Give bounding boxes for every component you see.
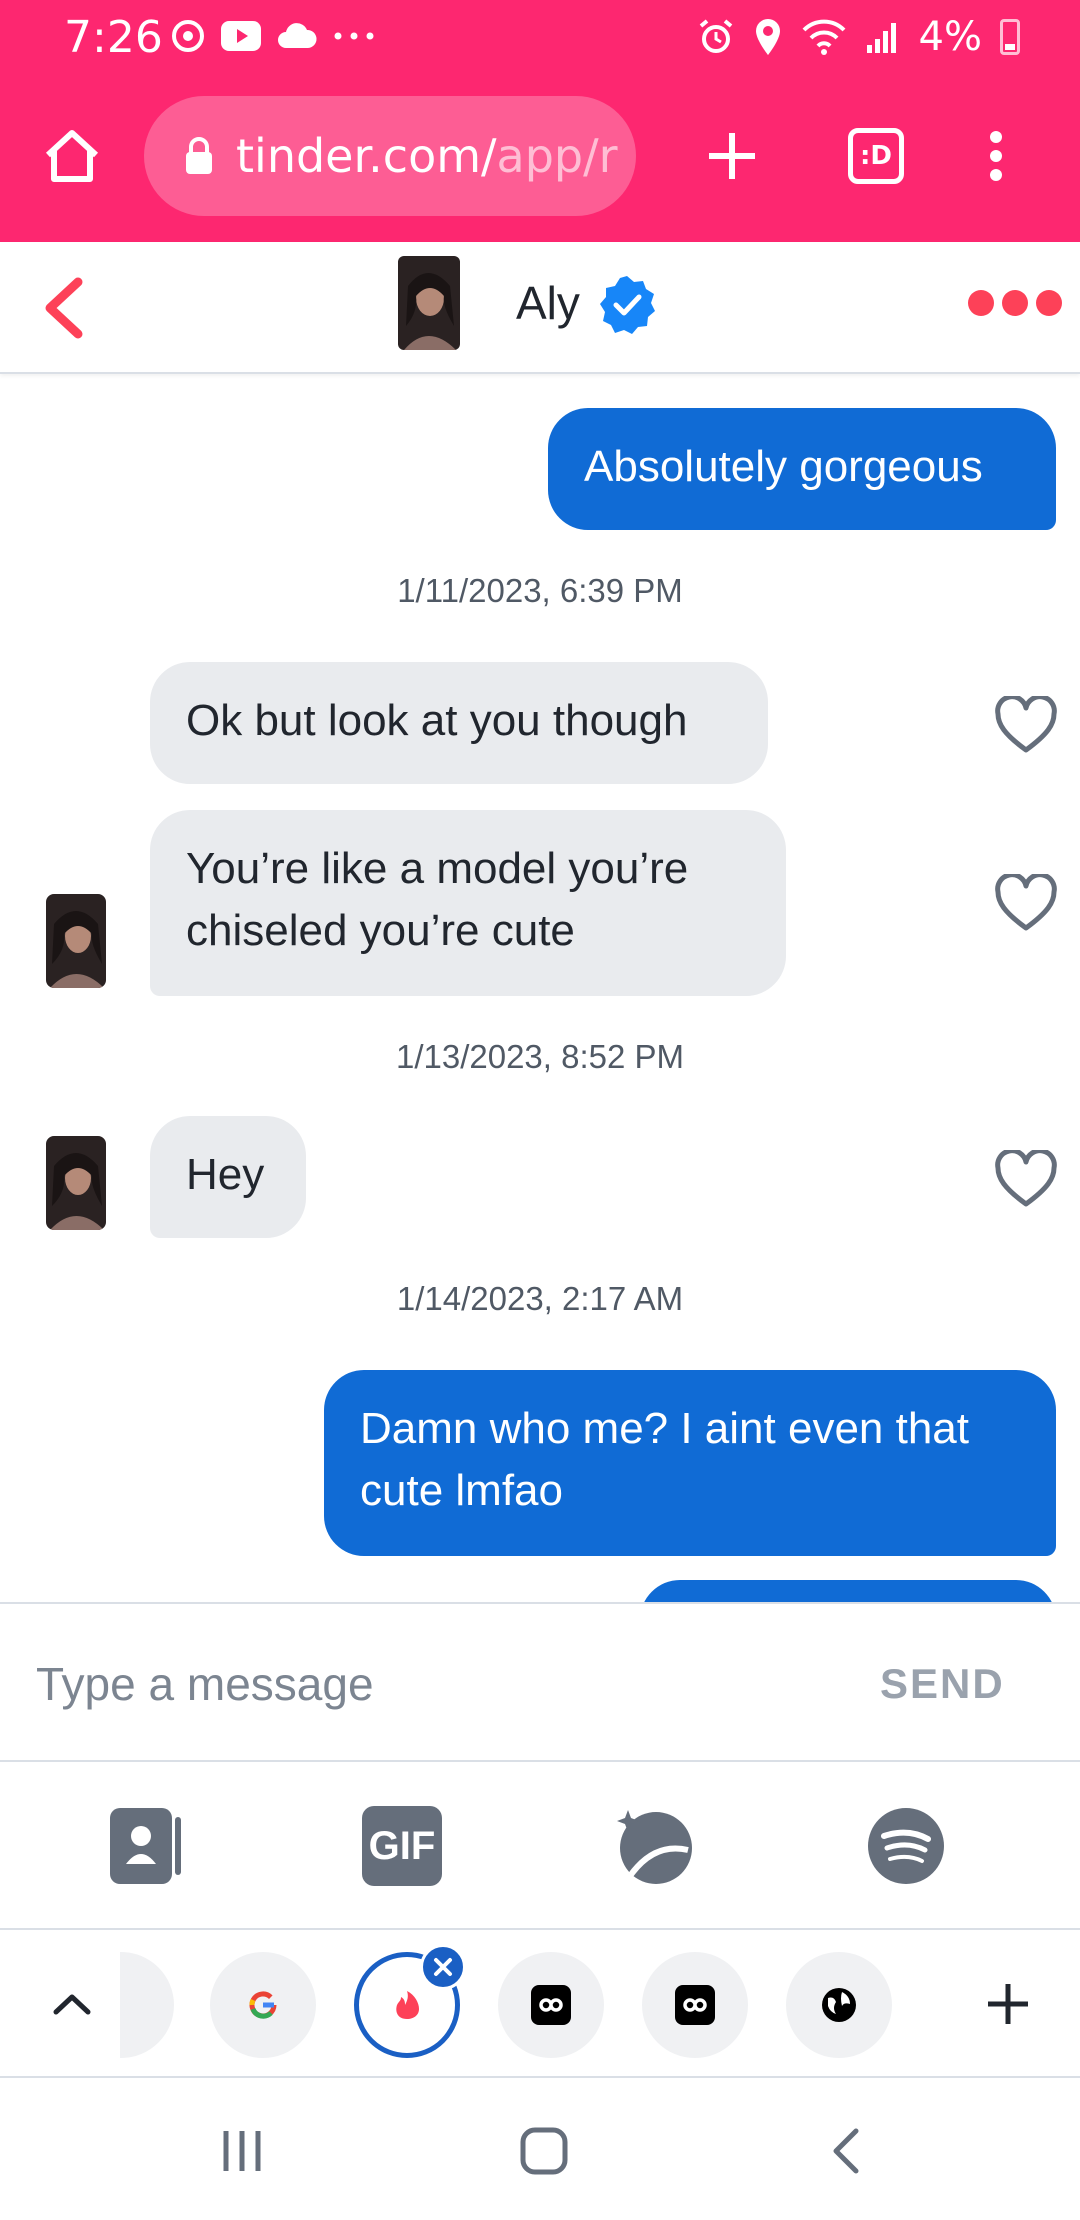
profile-photo [46, 894, 106, 988]
infinity-app-icon [531, 1985, 571, 2025]
header-avatar[interactable] [398, 256, 460, 350]
battery-icon [1000, 19, 1020, 55]
browser-menu-button[interactable] [956, 116, 1036, 196]
sticker-button[interactable] [614, 1806, 694, 1886]
message-input[interactable] [36, 1644, 796, 1724]
verified-badge-icon [600, 276, 655, 334]
plus-icon [988, 1984, 1028, 2024]
url-text: tinder.com/app/r [236, 129, 618, 183]
dot-icon [1002, 290, 1028, 316]
back-nav-button[interactable] [806, 2116, 886, 2186]
status-bar: 7:26 4% [0, 0, 1080, 76]
browser-tab-strip [0, 1932, 1080, 2078]
home-button[interactable] [32, 116, 112, 196]
like-heart-icon[interactable] [994, 1150, 1058, 1210]
recent-apps-button[interactable] [202, 2116, 282, 2186]
back-button[interactable] [36, 274, 100, 342]
composer-tools: GIF [0, 1762, 1080, 1930]
gif-icon: GIF [362, 1806, 442, 1886]
add-tab-button[interactable] [970, 1966, 1046, 2042]
notification-icons [170, 18, 376, 54]
recent-apps-icon [223, 2131, 261, 2171]
spotify-icon [868, 1808, 944, 1884]
status-time: 7:26 [64, 12, 163, 63]
cloud-icon [278, 23, 317, 48]
contact-card-icon [110, 1808, 181, 1884]
like-heart-icon[interactable] [994, 696, 1058, 756]
home-square-icon [520, 2127, 568, 2175]
tab-app-2[interactable] [642, 1952, 748, 2058]
close-tab-button[interactable] [420, 1944, 466, 1990]
received-message[interactable]: You’re like a model you’re chiseled you’… [150, 810, 786, 996]
system-icons: 4% [697, 14, 1020, 60]
tab-switcher-label: :D [860, 141, 892, 171]
back-chevron-icon [833, 2128, 859, 2174]
close-icon [434, 1958, 452, 1976]
chevron-up-icon [53, 1994, 91, 2015]
alarm-icon [699, 19, 732, 53]
tab-switcher-button[interactable]: :D [836, 116, 916, 196]
new-tab-button[interactable] [692, 116, 772, 196]
chat-header: Aly [0, 242, 1080, 374]
system-navigation-bar [0, 2080, 1080, 2220]
contact-card-button[interactable] [110, 1806, 190, 1886]
globe-icon [822, 1988, 856, 2022]
spotify-button[interactable] [866, 1806, 946, 1886]
message-timestamp: 1/13/2023, 8:52 PM [395, 1038, 685, 1075]
sender-avatar[interactable] [46, 894, 106, 988]
tab-google[interactable] [210, 1952, 316, 2058]
plus-icon [709, 133, 755, 179]
tab-web[interactable] [786, 1952, 892, 2058]
received-message[interactable]: Ok but look at you though [150, 662, 768, 784]
message-composer: SEND [0, 1602, 1080, 1762]
kebab-menu-icon [990, 131, 1002, 181]
contact-name[interactable]: Aly [516, 276, 580, 330]
chevron-left-icon [45, 277, 83, 339]
sender-avatar[interactable] [46, 1136, 106, 1230]
wifi-icon [802, 19, 845, 55]
home-icon [45, 130, 99, 182]
battery-percentage: 4% [918, 14, 982, 60]
send-button[interactable]: SEND [880, 1660, 1005, 1708]
infinity-app-icon [675, 1985, 715, 2025]
like-heart-icon[interactable] [994, 874, 1058, 934]
collapse-tabs-button[interactable] [34, 1966, 110, 2042]
location-icon [755, 19, 780, 55]
more-notifications-icon [334, 32, 374, 40]
sticker-icon [617, 1810, 692, 1884]
message-timestamp: 1/14/2023, 2:17 AM [396, 1280, 684, 1317]
tinder-flame-icon [396, 1991, 419, 2019]
profile-photo [46, 1136, 106, 1230]
tab-partial[interactable] [120, 1952, 174, 2058]
chat-options-button[interactable] [968, 290, 1062, 316]
browser-chrome: 7:26 4% tinder.com/app/r :D [0, 0, 1080, 242]
url-domain: tinder.com/ [236, 129, 497, 183]
lock-icon [186, 137, 212, 174]
dot-icon [1036, 290, 1062, 316]
message-timestamp: 1/11/2023, 6:39 PM [397, 572, 683, 609]
profile-photo [398, 256, 460, 350]
home-nav-button[interactable] [504, 2116, 584, 2186]
youtube-icon [221, 21, 261, 51]
sent-message[interactable]: Absolutely gorgeous [548, 408, 1056, 530]
signal-icon [866, 23, 896, 53]
sent-message[interactable]: Damn who me? I aint even that cute lmfao [324, 1370, 1056, 1556]
tab-app-1[interactable] [498, 1952, 604, 2058]
url-path: app/r [496, 129, 618, 183]
received-message[interactable]: Hey [150, 1116, 306, 1238]
google-icon [249, 1991, 277, 2019]
tab-switcher-icon: :D [848, 128, 904, 184]
gif-button[interactable]: GIF [362, 1806, 442, 1886]
address-bar[interactable]: tinder.com/app/r [144, 96, 636, 216]
app-notification-icon [172, 20, 204, 52]
dot-icon [968, 290, 994, 316]
